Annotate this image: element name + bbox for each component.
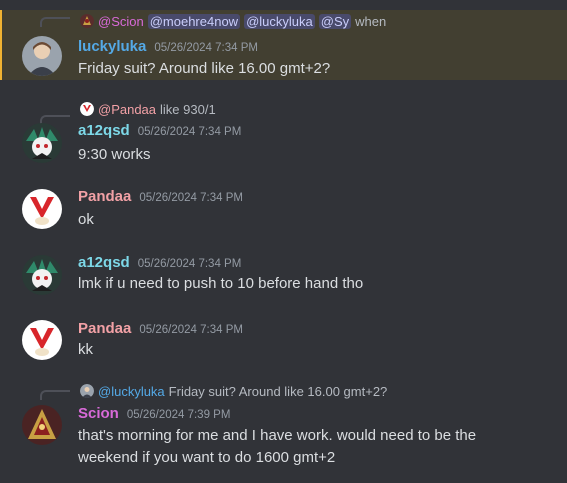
reply-connector bbox=[40, 17, 70, 27]
reply-text: like 930/1 bbox=[160, 101, 216, 117]
username[interactable]: Pandaa bbox=[78, 188, 131, 205]
avatar[interactable] bbox=[22, 36, 62, 76]
timestamp[interactable]: 05/26/2024 7:34 PM bbox=[139, 324, 243, 336]
reply-preview[interactable]: @Pandaa like 930/1 bbox=[80, 100, 216, 118]
avatar[interactable] bbox=[22, 123, 62, 163]
dragon-avatar-icon bbox=[22, 405, 62, 445]
reply-author[interactable]: @luckyluka bbox=[98, 384, 165, 399]
message-header: Pandaa 05/26/2024 7:34 PM bbox=[78, 188, 243, 208]
username[interactable]: Pandaa bbox=[78, 320, 131, 337]
message-header: Scion 05/26/2024 7:39 PM bbox=[78, 405, 230, 425]
timestamp[interactable]: 05/26/2024 7:39 PM bbox=[127, 409, 231, 421]
reply-author[interactable]: @Scion bbox=[98, 14, 144, 29]
mention[interactable]: @moehre4now bbox=[147, 13, 241, 29]
chat-message-list: @Scion @moehre4now @luckyluka @Sy when l… bbox=[0, 0, 567, 483]
panda-mini-avatar-icon bbox=[80, 102, 94, 116]
timestamp[interactable]: 05/26/2024 7:34 PM bbox=[154, 42, 258, 54]
message-item[interactable]: a12qsd 05/26/2024 7:34 PM lmk if u need … bbox=[0, 252, 567, 302]
anime-character-avatar-icon bbox=[22, 123, 62, 163]
username[interactable]: a12qsd bbox=[78, 122, 130, 139]
message-text: lmk if u need to push to 10 before hand … bbox=[78, 275, 364, 292]
reply-preview[interactable]: @Scion @moehre4now @luckyluka @Sy when bbox=[80, 12, 386, 30]
reply-text: when bbox=[355, 13, 387, 29]
mention[interactable]: @luckyluka bbox=[244, 13, 315, 29]
reply-preview[interactable]: @luckyluka Friday suit? Around like 16.0… bbox=[80, 382, 387, 400]
username[interactable]: luckyluka bbox=[78, 38, 146, 55]
reply-author[interactable]: @Pandaa bbox=[98, 102, 156, 117]
dragon-mini-avatar-icon bbox=[80, 14, 94, 28]
panda-v-logo-avatar-icon bbox=[22, 189, 62, 229]
person-mini-avatar-icon bbox=[80, 384, 94, 398]
avatar[interactable] bbox=[22, 255, 62, 295]
timestamp[interactable]: 05/26/2024 7:34 PM bbox=[139, 192, 243, 204]
message-text: Friday suit? Around like 16.00 gmt+2? bbox=[78, 60, 331, 77]
message-header: luckyluka 05/26/2024 7:34 PM bbox=[78, 38, 258, 58]
panda-v-logo-avatar-icon bbox=[22, 320, 62, 360]
message-item[interactable]: @Pandaa like 930/1 a12qsd 05/26/2024 7:3… bbox=[0, 98, 567, 170]
person-avatar-icon bbox=[22, 36, 62, 76]
message-header: a12qsd 05/26/2024 7:34 PM bbox=[78, 122, 241, 142]
reply-connector bbox=[40, 390, 70, 400]
avatar[interactable] bbox=[22, 405, 62, 445]
message-text: kk bbox=[78, 341, 93, 358]
message-header: Pandaa 05/26/2024 7:34 PM bbox=[78, 320, 243, 340]
timestamp[interactable]: 05/26/2024 7:34 PM bbox=[138, 258, 242, 270]
message-text: ok bbox=[78, 211, 94, 228]
reply-text: Friday suit? Around like 16.00 gmt+2? bbox=[168, 383, 388, 399]
mention[interactable]: @Sy bbox=[318, 13, 352, 29]
avatar[interactable] bbox=[22, 320, 62, 360]
anime-character-avatar-icon bbox=[22, 255, 62, 295]
message-item[interactable]: @Scion @moehre4now @luckyluka @Sy when l… bbox=[0, 10, 567, 80]
message-header: a12qsd 05/26/2024 7:34 PM bbox=[78, 254, 241, 274]
message-text: that's morning for me and I have work. w… bbox=[78, 427, 477, 466]
username[interactable]: a12qsd bbox=[78, 254, 130, 271]
avatar[interactable] bbox=[22, 189, 62, 229]
timestamp[interactable]: 05/26/2024 7:34 PM bbox=[138, 126, 242, 138]
message-item[interactable]: Pandaa 05/26/2024 7:34 PM kk bbox=[0, 318, 567, 368]
message-item[interactable]: Pandaa 05/26/2024 7:34 PM ok bbox=[0, 186, 567, 236]
message-item[interactable]: @luckyluka Friday suit? Around like 16.0… bbox=[0, 381, 567, 483]
username[interactable]: Scion bbox=[78, 405, 119, 422]
message-text: 9:30 works bbox=[78, 146, 151, 163]
